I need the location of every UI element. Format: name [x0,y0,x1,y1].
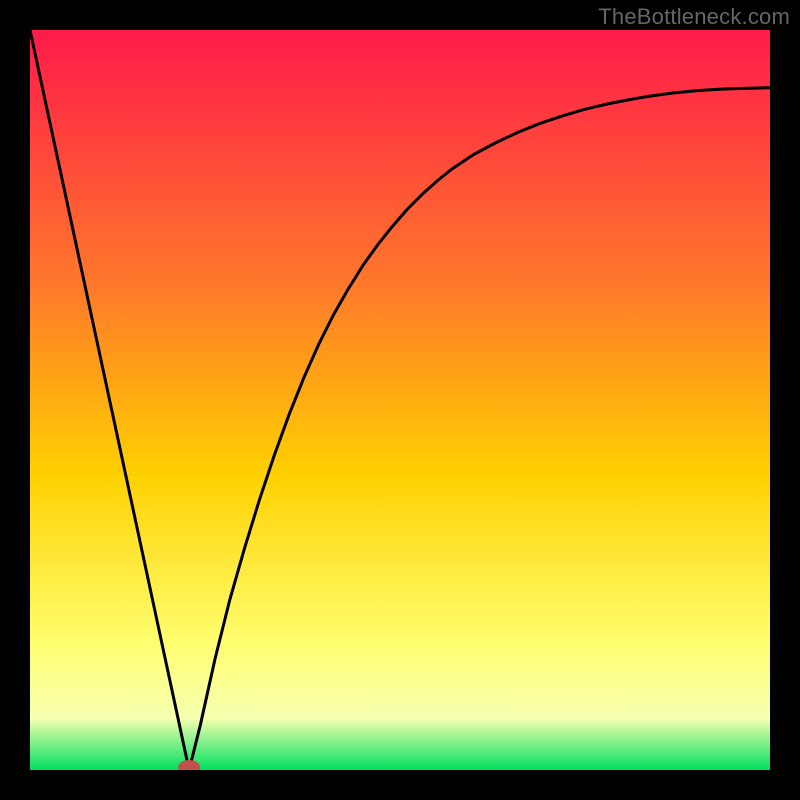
chart-frame: TheBottleneck.com [0,0,800,800]
bottleneck-chart [30,30,770,770]
attribution-label: TheBottleneck.com [598,4,790,30]
plot-background [30,30,770,770]
